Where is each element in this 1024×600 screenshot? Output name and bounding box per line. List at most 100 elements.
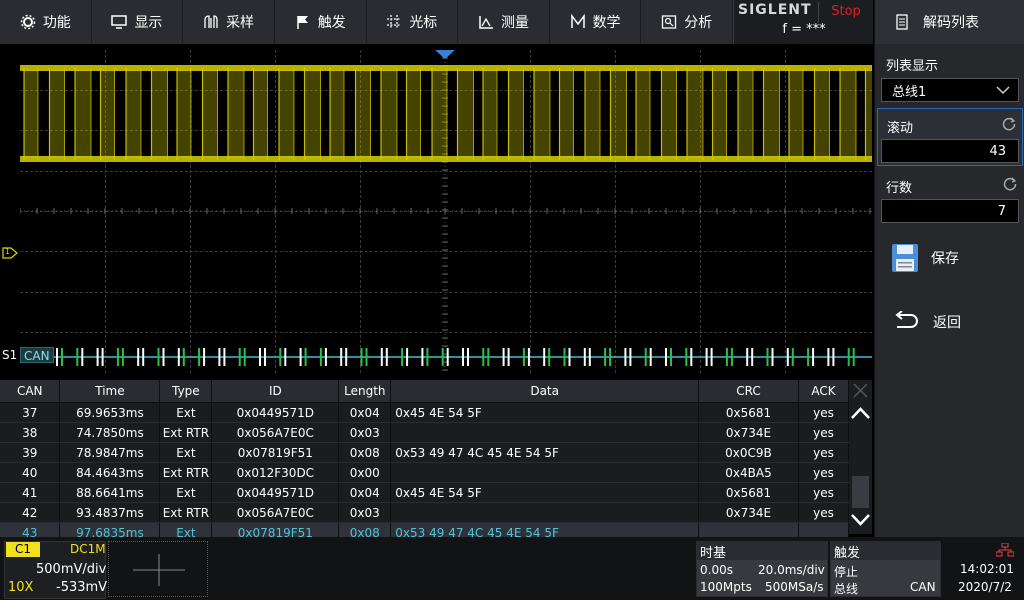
scroll-input[interactable]: 43: [881, 139, 1019, 163]
cell-type: Ext RTR: [159, 502, 213, 523]
rows-value: 7: [997, 203, 1006, 219]
cell-data: 0x45 4E 54 5F: [390, 402, 700, 423]
column-header: Type: [159, 380, 213, 403]
frequency-counter: f = ***: [782, 22, 826, 37]
table-row[interactable]: 37 69.9653ms Ext 0x0449571D 0x04 0x45 4E…: [0, 402, 850, 423]
list-display-value: 总线1: [892, 84, 927, 100]
column-header: Time: [59, 380, 161, 403]
cell-type: Ext: [159, 442, 213, 463]
can-bus-trace: [50, 348, 872, 366]
trigger-title: 触发: [834, 546, 861, 561]
waveform-traces: [20, 50, 872, 373]
menu-math[interactable]: 数学: [550, 0, 642, 44]
save-label: 保存: [931, 251, 959, 267]
knob-rotate-icon: [1003, 177, 1017, 191]
decode-list-panel: 解码列表 列表显示 总线1 滚动 43 行数 7 保存 返回: [874, 0, 1024, 600]
menu-acquire[interactable]: 采样: [183, 0, 275, 44]
menu-analysis[interactable]: 分析: [641, 0, 733, 44]
menu-trigger[interactable]: 触发: [275, 0, 367, 44]
cell-id: 0x056A7E0C: [211, 502, 340, 523]
cell-index: 41: [0, 482, 61, 503]
bus-label: S1: [2, 348, 18, 362]
menu-cursors[interactable]: 光标: [367, 0, 459, 44]
rows-group: 行数 7: [875, 168, 1024, 226]
channel1-probe: 10X: [8, 580, 34, 595]
save-button[interactable]: 保存: [875, 228, 1024, 288]
cell-data: [390, 502, 700, 523]
panel-header: 解码列表: [875, 0, 1024, 44]
list-display-label: 列表显示: [886, 59, 939, 74]
column-header: ID: [211, 380, 340, 403]
menu-label: 功能: [42, 15, 71, 31]
scroll-group[interactable]: 滚动 43: [877, 108, 1023, 166]
menu-display[interactable]: 显示: [92, 0, 184, 44]
floppy-disk-icon: [892, 244, 918, 272]
panel-title: 解码列表: [923, 15, 979, 31]
cell-data: 0x45 4E 54 5F: [390, 482, 700, 503]
scroll-label: 滚动: [887, 121, 914, 136]
menu-label: 显示: [134, 15, 163, 31]
timebase-title: 时基: [700, 546, 727, 561]
cell-length: 0x03: [338, 422, 392, 443]
chevron-down-icon: [996, 86, 1010, 95]
rows-input[interactable]: 7: [881, 199, 1019, 223]
cell-time: 74.7850ms: [59, 422, 161, 443]
channel1-trace: [20, 65, 872, 162]
channel1-level-marker[interactable]: 1: [2, 247, 18, 259]
cell-length: 0x04: [338, 482, 392, 503]
menu-utility[interactable]: 功能: [0, 0, 92, 44]
back-button[interactable]: 返回: [875, 292, 1024, 352]
channel1-tag: C1: [6, 542, 40, 557]
cell-time: 88.6641ms: [59, 482, 161, 503]
column-header: ACK: [798, 380, 850, 403]
menu-label: 测量: [500, 15, 529, 31]
scroll-value: 43: [989, 143, 1006, 159]
trigger-state: 停止: [834, 565, 859, 579]
cell-crc: 0x0C9B: [698, 442, 799, 463]
flag-icon: [296, 16, 308, 29]
add-channel-slot[interactable]: [108, 541, 208, 597]
table-row[interactable]: 40 84.4643ms Ext RTR 0x012F30DC 0x00 0x4…: [0, 462, 850, 483]
top-menu-bar: 功能 显示 采样 触发 光标 测量 数学 分析: [0, 0, 733, 44]
cell-crc: 0x4BA5: [698, 462, 799, 483]
trigger-source: CAN: [910, 580, 936, 594]
cell-length: 0x08: [338, 442, 392, 463]
math-icon: [570, 14, 585, 28]
table-row[interactable]: 41 88.6641ms Ext 0x0449571D 0x04 0x45 4E…: [0, 482, 850, 503]
scroll-up-icon[interactable]: [850, 406, 871, 420]
acquire-icon: [204, 15, 218, 28]
scroll-down-icon[interactable]: [850, 513, 871, 527]
clock-date: 2020/7/2: [958, 580, 1012, 594]
run-stop-status[interactable]: Stop: [818, 2, 873, 22]
table-row[interactable]: 39 78.9847ms Ext 0x07819F51 0x08 0x53 49…: [0, 442, 850, 463]
list-display-select[interactable]: 总线1: [881, 78, 1019, 102]
timebase-scale: 20.0ms/div: [758, 563, 825, 577]
bus-protocol-tag: CAN: [20, 347, 54, 363]
channel1-coupling: DC1M: [70, 542, 106, 556]
trigger-position-marker[interactable]: [435, 50, 455, 60]
menu-measure[interactable]: 测量: [458, 0, 550, 44]
cell-index: 38: [0, 422, 61, 443]
cell-index: 42: [0, 502, 61, 523]
cell-ack: yes: [798, 422, 850, 443]
cell-index: 37: [0, 402, 61, 423]
table-row[interactable]: 38 74.7850ms Ext RTR 0x056A7E0C 0x03 0x7…: [0, 422, 850, 443]
cell-type: Ext: [159, 402, 213, 423]
plus-icon: [133, 554, 185, 586]
brand-status: SIGLENT Stop f = ***: [733, 0, 873, 44]
table-row[interactable]: 42 93.4837ms Ext RTR 0x056A7E0C 0x03 0x7…: [0, 502, 850, 523]
close-icon[interactable]: [852, 382, 869, 399]
column-header: Length: [338, 380, 392, 403]
cell-crc: 0x734E: [698, 502, 799, 523]
back-label: 返回: [933, 315, 961, 331]
sample-rate: 500MSa/s: [765, 580, 824, 594]
list-display-group: 列表显示 总线1: [875, 46, 1024, 106]
cell-ack: yes: [798, 442, 850, 463]
cell-id: 0x012F30DC: [211, 462, 340, 483]
table-scrollbar[interactable]: [849, 380, 872, 534]
cell-crc: 0x5681: [698, 482, 799, 503]
waveform-display[interactable]: [20, 50, 872, 373]
scroll-thumb[interactable]: [852, 476, 869, 508]
rows-label: 行数: [886, 181, 913, 196]
cell-index: 39: [0, 442, 61, 463]
